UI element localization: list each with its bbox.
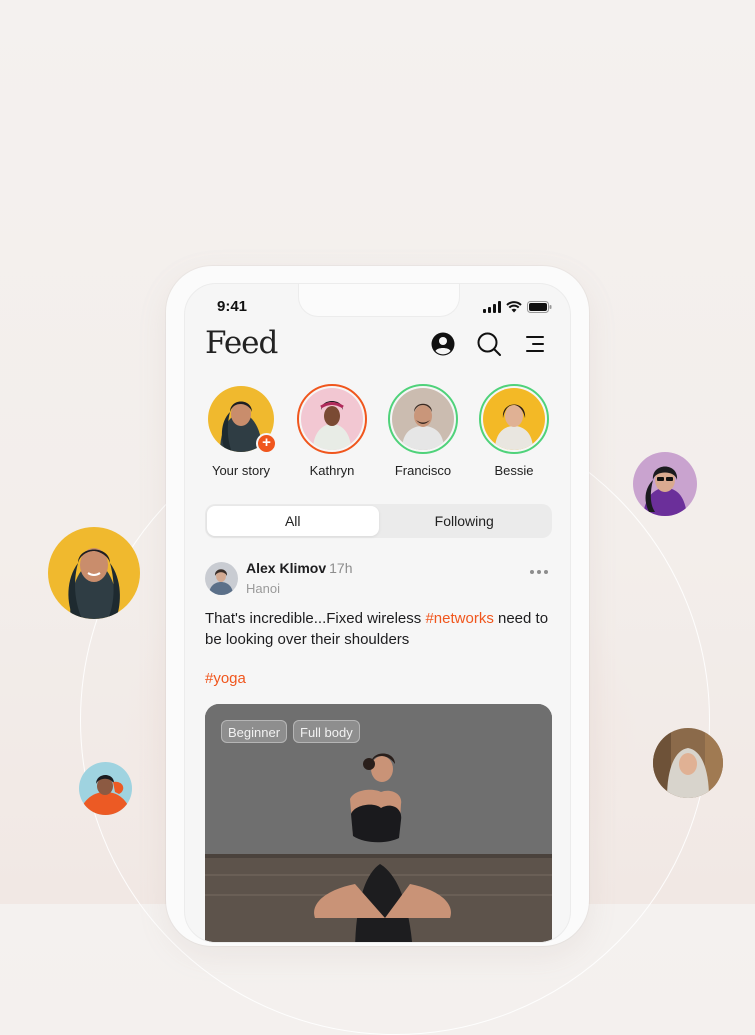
floating-avatar-yellow [48,527,140,619]
chip-full-body[interactable]: Full body [293,720,360,743]
status-time: 9:41 [217,298,248,315]
profile-icon[interactable] [430,331,456,357]
search-icon[interactable] [476,331,502,357]
add-story-button[interactable]: + [256,433,277,454]
post-author-line: Alex Klimov 17h [246,560,353,576]
phone-screen: 9:41 Feed + Your story Kathryn Francisco… [184,283,571,943]
post-author-name[interactable]: Alex Klimov [246,560,326,576]
post-hashtag[interactable]: #yoga [205,670,246,687]
floating-avatar-sunglasses [633,452,697,516]
floating-avatar-orange [79,762,132,815]
header-actions [430,331,548,357]
avatar [483,388,545,450]
story-francisco[interactable]: Francisco [380,384,466,478]
story-name: Bessie [494,463,534,478]
avatar [392,388,454,450]
hashtag-link[interactable]: #networks [425,610,493,627]
notch [298,284,460,317]
signal-icon [483,300,501,318]
chip-beginner[interactable]: Beginner [221,720,288,743]
stories-row: + Your story Kathryn Francisco Bessie [185,384,570,494]
story-avatar-ring: + [206,384,277,454]
story-name: Your story [211,463,271,478]
story-avatar-ring [297,384,367,454]
page-title: Feed [205,325,278,361]
post-text: That's incredible...Fixed wireless #netw… [205,608,555,650]
status-icons [483,300,552,318]
post-author-avatar[interactable] [205,562,238,595]
post-location: Hanoi [246,581,280,596]
story-your-story[interactable]: + Your story [198,384,284,478]
story-avatar-ring [388,384,458,454]
wifi-icon [506,300,522,318]
tab-following[interactable]: Following [379,506,551,536]
story-name: Francisco [394,463,452,478]
tab-all[interactable]: All [207,506,379,536]
avatar [301,388,363,450]
post-image[interactable]: Beginner Full body [205,704,552,942]
more-options-icon[interactable] [530,570,548,574]
post-text-start: That's incredible...Fixed wireless [205,610,426,627]
story-name: Kathryn [309,463,355,478]
feed-filter-tabs: All Following [205,504,552,538]
floating-avatar-hijab [653,728,723,798]
post-time: 17h [329,560,353,576]
story-bessie[interactable]: Bessie [471,384,557,478]
menu-icon[interactable] [522,331,548,357]
story-kathryn[interactable]: Kathryn [289,384,375,478]
battery-icon [527,300,552,318]
story-avatar-ring [479,384,549,454]
